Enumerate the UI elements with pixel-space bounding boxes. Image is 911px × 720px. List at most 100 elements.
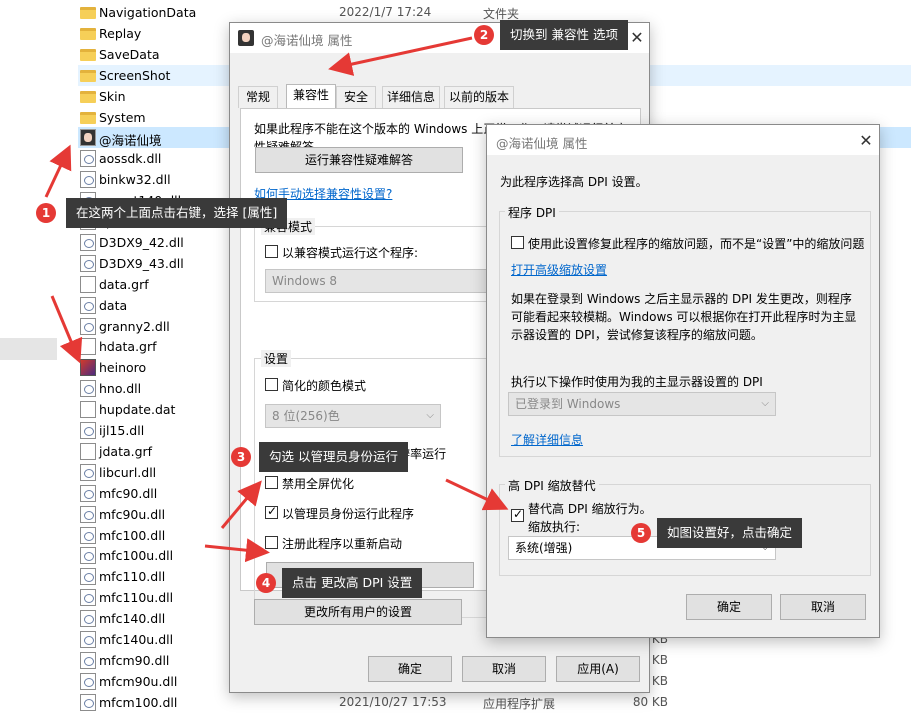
- file-name: System: [99, 109, 146, 125]
- compat-mode-value: Windows 8: [272, 274, 338, 288]
- program-dpi-checkbox[interactable]: [511, 236, 524, 249]
- dll-file-icon: [80, 296, 96, 314]
- dll-file-icon: [80, 463, 96, 481]
- nav-pane-selected-item[interactable]: [0, 338, 57, 360]
- game-icon: [80, 359, 96, 377]
- file-name: mfc100.dll: [99, 527, 166, 543]
- advanced-scaling-link[interactable]: 打开高级缩放设置: [511, 261, 607, 278]
- file-row[interactable]: mfcm100.dll 2021/10/27 17:53 应用程序扩展 80 KB: [78, 692, 911, 713]
- folder-icon: [80, 69, 96, 82]
- file-icon: [80, 401, 96, 419]
- tab-details[interactable]: 详细信息: [382, 86, 440, 108]
- file-name: libcurl.dll: [99, 464, 157, 480]
- disable-fullscreen-checkbox[interactable]: [265, 476, 278, 489]
- file-name: hupdate.dat: [99, 402, 176, 418]
- file-icon: [80, 442, 96, 460]
- file-row[interactable]: NavigationData 2022/1/7 17:24 文件夹: [78, 2, 911, 23]
- tab-general[interactable]: 常规: [238, 86, 278, 108]
- chevron-down-icon: ⌵: [761, 398, 769, 409]
- tab-security[interactable]: 安全: [336, 86, 376, 108]
- dpi-titlebar: @海诺仙境 属性 ✕: [487, 125, 879, 155]
- run-as-admin-checkbox[interactable]: [265, 504, 278, 519]
- file-name: heinoro: [99, 360, 147, 376]
- dll-file-icon: [80, 631, 96, 648]
- file-name: hdata.grf: [99, 339, 157, 355]
- file-name: hno.dll: [99, 381, 142, 397]
- close-icon[interactable]: ✕: [855, 130, 877, 152]
- compat-mode-checkbox[interactable]: [265, 245, 278, 258]
- register-restart-label: 注册此程序以重新启动: [282, 537, 403, 551]
- dll-file-icon: [80, 589, 96, 607]
- step-1-badge: 1: [36, 203, 56, 223]
- file-name: ScreenShot: [99, 67, 171, 83]
- use-dpi-select[interactable]: 已登录到 Windows ⌵: [508, 392, 776, 416]
- file-name: SaveData: [99, 46, 160, 62]
- settings-title: 设置: [261, 350, 292, 367]
- change-all-users-button[interactable]: 更改所有用户的设置: [254, 599, 462, 625]
- file-name: mfcm100.dll: [99, 694, 178, 710]
- folder-icon: [80, 90, 96, 103]
- file-name: NavigationData: [99, 5, 197, 20]
- file-name: granny2.dll: [99, 318, 170, 334]
- tab-compatibility[interactable]: 兼容性: [286, 84, 336, 109]
- step-2-callout: 切换到 兼容性 选项: [500, 20, 628, 50]
- run-troubleshooter-button[interactable]: 运行兼容性疑难解答: [255, 147, 463, 173]
- dll-file-icon: [80, 484, 96, 502]
- folder-icon: [80, 27, 96, 40]
- close-icon[interactable]: ✕: [626, 27, 648, 49]
- compat-mode-select[interactable]: Windows 8: [265, 269, 501, 293]
- register-restart-checkbox[interactable]: [265, 536, 278, 549]
- file-name: D3DX9_42.dll: [99, 234, 184, 250]
- dll-file-icon: [80, 547, 96, 565]
- override-checkbox[interactable]: [511, 507, 524, 522]
- step-2-badge: 2: [474, 25, 494, 45]
- performed-by-value: 系统(增强): [515, 541, 573, 555]
- dll-file-icon: [80, 672, 96, 690]
- file-name: aossdk.dll: [99, 151, 162, 167]
- tab-previous-versions[interactable]: 以前的版本: [444, 86, 514, 108]
- performed-by-label: 缩放执行:: [528, 520, 581, 534]
- dll-file-icon: [80, 651, 96, 669]
- use-dpi-label: 执行以下操作时使用为我的主显示器设置的 DPI: [511, 375, 763, 389]
- cancel-button[interactable]: 取消: [462, 656, 546, 682]
- reduced-color-checkbox[interactable]: [265, 378, 278, 391]
- folder-icon: [80, 7, 96, 19]
- file-date: 2021/10/27 17:53: [339, 694, 447, 709]
- disable-fullscreen-label: 禁用全屏优化: [282, 477, 355, 491]
- dll-file-icon: [80, 422, 96, 439]
- file-name: mfcm90.dll: [99, 652, 170, 668]
- file-date: 2022/1/7 17:24: [339, 5, 432, 19]
- learn-more-link[interactable]: 了解详细信息: [511, 431, 583, 448]
- apply-button[interactable]: 应用(A): [556, 656, 640, 682]
- compat-mode-label: 以兼容模式运行这个程序:: [282, 246, 419, 260]
- program-dpi-title: 程序 DPI: [505, 204, 559, 221]
- override-title: 高 DPI 缩放替代: [505, 477, 599, 494]
- run-as-admin-label: 以管理员身份运行此程序: [282, 507, 415, 521]
- override-label: 替代高 DPI 缩放行为。: [528, 502, 652, 516]
- dll-file-icon: [80, 171, 96, 189]
- color-mode-select[interactable]: 8 位(256)色 ⌵: [265, 404, 441, 428]
- dpi-intro: 为此程序选择高 DPI 设置。: [500, 175, 648, 189]
- file-size: 80 KB: [632, 694, 668, 709]
- dpi-title: @海诺仙境 属性: [496, 136, 588, 151]
- ok-button[interactable]: 确定: [368, 656, 452, 682]
- dll-file-icon: [80, 254, 96, 272]
- file-name: mfc110.dll: [99, 569, 166, 585]
- step-5-badge: 5: [631, 523, 651, 543]
- dll-file-icon: [80, 380, 96, 398]
- dpi-cancel-button[interactable]: 取消: [780, 594, 866, 620]
- dll-file-icon: [80, 693, 96, 711]
- high-dpi-dialog: @海诺仙境 属性 ✕ 为此程序选择高 DPI 设置。 程序 DPI 使用此设置修…: [486, 124, 880, 638]
- step-3-badge: 3: [231, 447, 251, 467]
- dll-file-icon: [80, 505, 96, 523]
- file-name: ijl15.dll: [99, 423, 145, 438]
- file-icon: [80, 338, 96, 356]
- dll-file-icon: [80, 150, 96, 168]
- dpi-ok-button[interactable]: 确定: [686, 594, 772, 620]
- folder-icon: [80, 111, 96, 124]
- app-icon: [80, 129, 96, 147]
- file-name: mfc100u.dll: [99, 548, 174, 564]
- chevron-down-icon: ⌵: [426, 410, 434, 421]
- properties-title: @海诺仙境 属性: [261, 33, 353, 48]
- file-name: Skin: [99, 88, 126, 104]
